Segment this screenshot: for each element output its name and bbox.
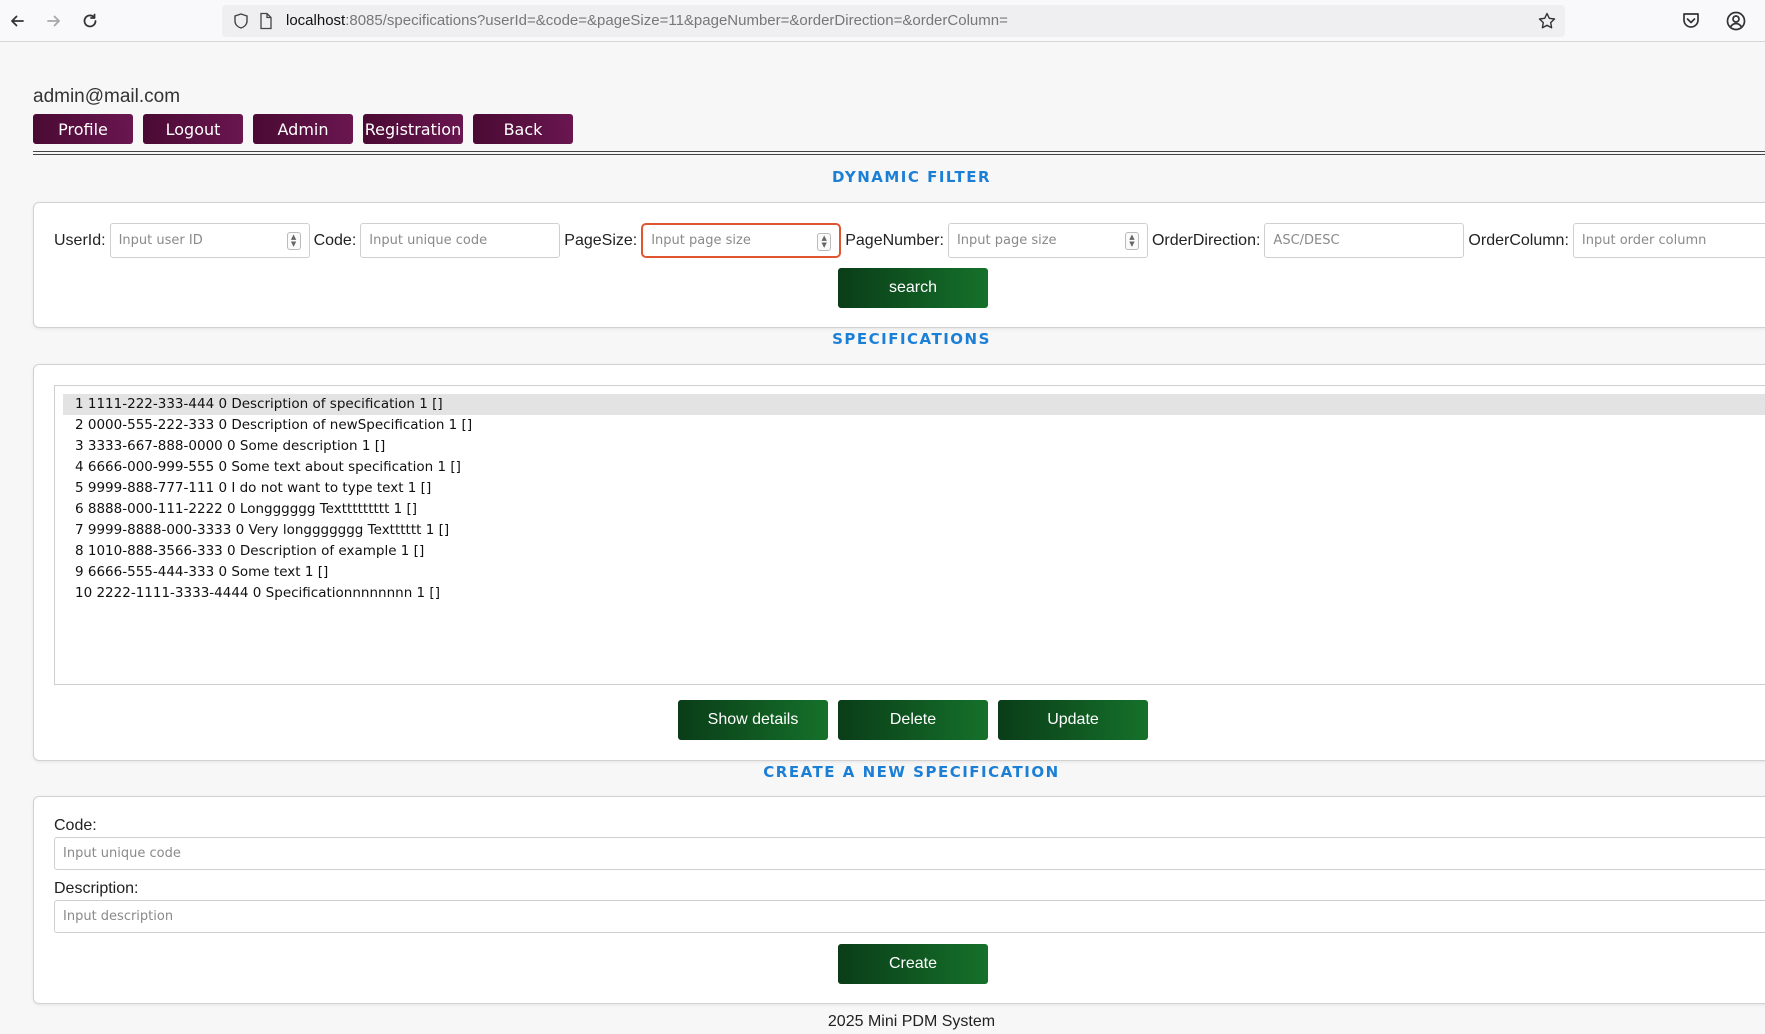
- list-item[interactable]: 3 3333-667-888-0000 0 Some description 1…: [63, 436, 1765, 457]
- pagenumber-input[interactable]: [948, 224, 1147, 257]
- create-specification-title: CREATE A NEW SPECIFICATION: [763, 763, 1060, 781]
- list-item[interactable]: 1 1111-222-333-444 0 Description of spec…: [63, 394, 1765, 415]
- description-label: Description:: [54, 880, 139, 897]
- userid-field[interactable]: ▲▼: [109, 223, 310, 258]
- specifications-list[interactable]: 1 1111-222-333-444 0 Description of spec…: [54, 385, 1765, 685]
- list-item[interactable]: 6 8888-000-111-2222 0 Longggggg Texttttt…: [63, 499, 1765, 520]
- code-filter-input[interactable]: [361, 224, 560, 257]
- url-text[interactable]: localhost:8085/specifications?userId=&co…: [286, 12, 1008, 29]
- description-field[interactable]: [54, 900, 1765, 933]
- userid-input[interactable]: [110, 224, 309, 257]
- update-button[interactable]: Update: [998, 700, 1148, 740]
- profile-button[interactable]: Profile: [33, 114, 133, 144]
- code-filter-label: Code:: [313, 231, 357, 249]
- back-arrow-icon[interactable]: [5, 9, 29, 33]
- forward-arrow-icon[interactable]: [42, 9, 66, 33]
- pagesize-field[interactable]: ▲▼: [641, 223, 842, 258]
- top-navigation: Profile Logout Admin Registration Back: [33, 114, 583, 144]
- pagesize-label: PageSize:: [564, 231, 638, 249]
- pagesize-input[interactable]: [643, 225, 840, 256]
- list-item[interactable]: 10 2222-1111-3333-4444 0 Specificationnn…: [63, 583, 1765, 604]
- dynamic-filter-title: DYNAMIC FILTER: [831, 168, 992, 186]
- code-filter-field[interactable]: [360, 223, 561, 258]
- delete-button[interactable]: Delete: [838, 700, 988, 740]
- url-host: localhost: [286, 12, 346, 29]
- browser-toolbar: localhost:8085/specifications?userId=&co…: [0, 0, 1765, 42]
- dynamic-filter-panel: UserId: ▲▼ Code: PageSize: ▲▼ PageNumber…: [33, 202, 1765, 328]
- ordercolumn-input[interactable]: [1573, 224, 1765, 257]
- pagenumber-label: PageNumber:: [845, 231, 944, 249]
- pagesize-spinner-icon[interactable]: ▲ ▼: [817, 233, 832, 251]
- orderdirection-field[interactable]: [1264, 223, 1465, 258]
- orderdirection-label: OrderDirection:: [1151, 231, 1261, 249]
- pocket-icon[interactable]: [1679, 9, 1703, 33]
- account-icon[interactable]: [1724, 9, 1748, 33]
- pagenumber-field[interactable]: ▲▼: [947, 223, 1148, 258]
- code-field[interactable]: [54, 837, 1765, 870]
- filter-fields-row: UserId: ▲▼ Code: PageSize: ▲▼ PageNumber…: [54, 223, 1765, 258]
- orderdirection-input[interactable]: [1265, 224, 1464, 257]
- registration-button[interactable]: Registration: [363, 114, 463, 144]
- address-bar[interactable]: localhost:8085/specifications?userId=&co…: [222, 5, 1565, 37]
- url-path: :8085/specifications?userId=&code=&pageS…: [345, 12, 1008, 29]
- userid-label: UserId:: [54, 231, 106, 249]
- description-input[interactable]: [55, 901, 1765, 932]
- list-item[interactable]: 2 0000-555-222-333 0 Description of newS…: [63, 415, 1765, 436]
- specifications-title: SPECIFICATIONS: [832, 330, 991, 348]
- pagenumber-spinner-icon[interactable]: ▲ ▼: [1124, 232, 1139, 250]
- userid-spinner-icon[interactable]: ▲ ▼: [286, 232, 301, 250]
- list-item[interactable]: 4 6666-000-999-555 0 Some text about spe…: [63, 457, 1765, 478]
- create-specification-panel: Code: Description: Create: [33, 796, 1765, 1004]
- list-item[interactable]: 7 9999-8888-000-3333 0 Very longgggggg T…: [63, 520, 1765, 541]
- header-divider: [33, 151, 1765, 155]
- list-item[interactable]: 8 1010-888-3566-333 0 Description of exa…: [63, 541, 1765, 562]
- ordercolumn-label: OrderColumn:: [1468, 231, 1569, 249]
- bookmark-star-icon[interactable]: [1537, 11, 1557, 31]
- page-icon[interactable]: [258, 12, 274, 30]
- list-item[interactable]: 9 6666-555-444-333 0 Some text 1 []: [63, 562, 1765, 583]
- footer-text: 2025 Mini PDM System: [827, 1013, 996, 1030]
- back-button[interactable]: Back: [473, 114, 573, 144]
- code-label: Code:: [54, 817, 97, 834]
- admin-button[interactable]: Admin: [253, 114, 353, 144]
- shield-icon[interactable]: [232, 12, 250, 30]
- reload-icon[interactable]: [78, 9, 102, 33]
- list-item[interactable]: 5 9999-888-777-111 0 I do not want to ty…: [63, 478, 1765, 499]
- code-input[interactable]: [55, 838, 1765, 869]
- create-button[interactable]: Create: [838, 944, 988, 984]
- show-details-button[interactable]: Show details: [678, 700, 828, 740]
- logout-button[interactable]: Logout: [143, 114, 243, 144]
- ordercolumn-field[interactable]: [1572, 223, 1765, 258]
- specifications-panel: 1 1111-222-333-444 0 Description of spec…: [33, 364, 1765, 761]
- user-email: admin@mail.com: [33, 86, 181, 107]
- search-button[interactable]: search: [838, 268, 988, 308]
